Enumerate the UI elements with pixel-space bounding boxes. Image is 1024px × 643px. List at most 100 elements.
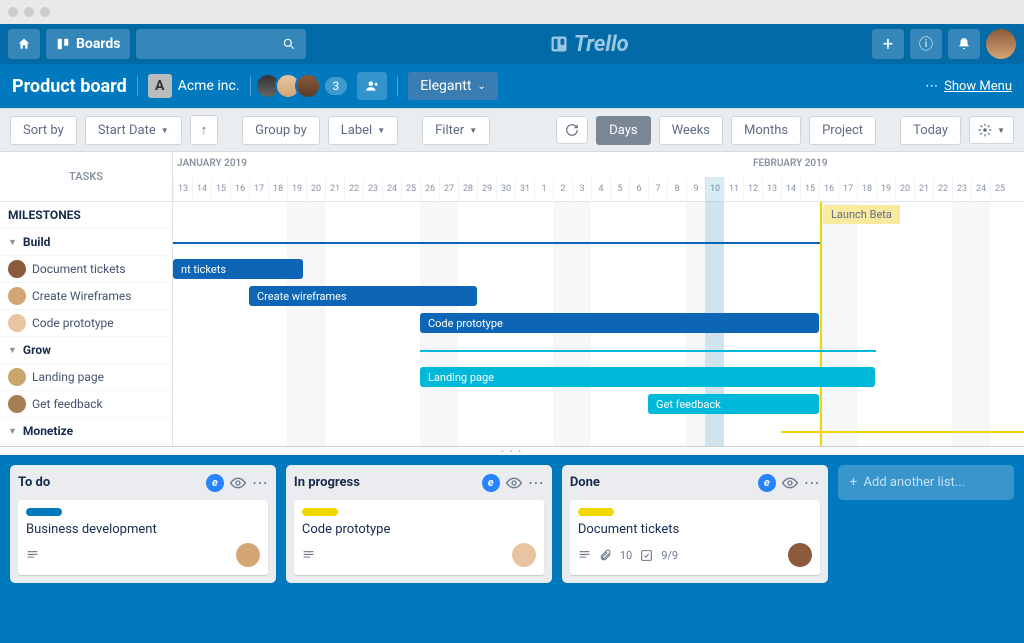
splitter-handle[interactable]: • • • [0, 447, 1024, 455]
card[interactable]: Code prototype [294, 500, 544, 575]
card-label [26, 508, 62, 516]
day-cell: 14 [781, 177, 800, 202]
view-project-button[interactable]: Project [809, 116, 876, 145]
view-weeks-button[interactable]: Weeks [659, 116, 723, 145]
elegantt-button[interactable]: Elegantt ⌄ [408, 72, 498, 100]
list-menu-icon[interactable]: ⋯ [528, 473, 544, 492]
timeline-header: JANUARY 2019 FEBRUARY 2019 1314151617181… [173, 152, 1024, 202]
day-cell: 16 [230, 177, 249, 202]
label-button[interactable]: Label ▼ [328, 116, 398, 145]
checklist-count: 9/9 [661, 549, 678, 562]
member-avatar[interactable] [295, 73, 321, 99]
home-button[interactable] [8, 29, 40, 59]
day-cell: 29 [477, 177, 496, 202]
task-row[interactable]: Create Wireframes [0, 283, 172, 310]
board-title[interactable]: Product board [12, 76, 127, 97]
task-row[interactable]: Document tickets [0, 256, 172, 283]
eye-icon[interactable] [230, 475, 246, 491]
elegantt-badge-icon[interactable]: e [206, 474, 224, 492]
card-title: Business development [26, 522, 260, 537]
gantt-timeline[interactable]: JANUARY 2019 FEBRUARY 2019 1314151617181… [173, 152, 1024, 446]
day-cell: 15 [800, 177, 819, 202]
task-row[interactable]: Get feedback [0, 391, 172, 418]
day-cell: 17 [249, 177, 268, 202]
chevron-down-icon: ⌄ [477, 81, 485, 92]
workspace-badge[interactable]: A Acme inc. [148, 74, 240, 98]
list-menu-icon[interactable]: ⋯ [804, 473, 820, 492]
month-label: JANUARY 2019 [177, 158, 247, 169]
refresh-button[interactable] [556, 116, 588, 144]
view-days-button[interactable]: Days [596, 116, 650, 145]
group-by-button[interactable]: Group by [242, 116, 320, 145]
separator [250, 76, 251, 96]
gantt-bar-landing-page[interactable]: Landing page [420, 367, 875, 387]
list-title[interactable]: Done [570, 475, 752, 490]
separator [397, 76, 398, 96]
filter-button[interactable]: Filter ▼ [422, 116, 490, 145]
weekend-shade [287, 202, 325, 446]
section-grow[interactable]: ▼Grow [0, 337, 172, 364]
search-input[interactable] [136, 29, 306, 59]
day-cell: 26 [420, 177, 439, 202]
card[interactable]: Business development [18, 500, 268, 575]
gantt-bar-create-wireframes[interactable]: Create wireframes [249, 286, 477, 306]
attachment-count: 10 [620, 549, 632, 562]
timeline-body: Launch Beta nt tickets Create wireframes… [173, 202, 1024, 446]
create-button[interactable]: + [872, 29, 904, 59]
chrome-dot [8, 7, 18, 17]
gantt-bar-get-feedback[interactable]: Get feedback [648, 394, 819, 414]
gantt-toolbar: Sort by Start Date ▼ ↑ Group by Label ▼ … [0, 108, 1024, 152]
day-cell: 23 [952, 177, 971, 202]
elegantt-badge-icon[interactable]: e [758, 474, 776, 492]
gantt-bar-code-prototype[interactable]: Code prototype [420, 313, 819, 333]
card-member-avatar [788, 543, 812, 567]
info-button[interactable]: ⓘ [910, 29, 942, 59]
section-monetize[interactable]: ▼Monetize [0, 418, 172, 445]
invite-button[interactable] [357, 72, 387, 100]
card-member-avatar [236, 543, 260, 567]
card[interactable]: Document tickets 10 9/9 [570, 500, 820, 575]
boards-button[interactable]: Boards [46, 29, 130, 59]
milestone-chip[interactable]: Launch Beta [823, 205, 900, 224]
day-cell: 23 [363, 177, 382, 202]
notifications-button[interactable] [948, 29, 980, 59]
view-months-button[interactable]: Months [731, 116, 801, 145]
member-stack[interactable]: 3 [261, 73, 348, 99]
day-cell: 20 [895, 177, 914, 202]
list-title[interactable]: In progress [294, 475, 476, 490]
description-icon [302, 549, 315, 562]
user-avatar[interactable] [986, 29, 1016, 59]
today-button[interactable]: Today [900, 116, 961, 145]
sort-by-button[interactable]: Sort by [10, 116, 77, 145]
section-build[interactable]: ▼Build [0, 229, 172, 256]
task-row[interactable]: Code prototype [0, 310, 172, 337]
section-line-grow [420, 350, 876, 352]
assignee-avatar [8, 395, 26, 413]
workspace-name: Acme inc. [178, 78, 240, 94]
day-cell: 30 [496, 177, 515, 202]
eye-icon[interactable] [506, 475, 522, 491]
brand-logo[interactable]: Trello [550, 32, 629, 57]
settings-button[interactable]: ▼ [969, 116, 1014, 144]
sort-direction-button[interactable]: ↑ [190, 115, 219, 145]
task-row[interactable]: Landing page [0, 364, 172, 391]
list-menu-icon[interactable]: ⋯ [252, 473, 268, 492]
attachment-icon [599, 549, 612, 562]
show-menu-button[interactable]: ⋯ Show Menu [925, 79, 1012, 94]
start-date-button[interactable]: Start Date ▼ [85, 116, 182, 145]
eye-icon[interactable] [782, 475, 798, 491]
weekend-shade [952, 202, 990, 446]
gantt-chart: TASKS MILESTONES ▼Build Document tickets… [0, 152, 1024, 447]
chrome-dot [24, 7, 34, 17]
add-list-button[interactable]: + Add another list... [838, 465, 1014, 500]
member-count[interactable]: 3 [325, 77, 348, 95]
day-cell: 5 [610, 177, 629, 202]
refresh-icon [565, 123, 579, 137]
day-cell: 31 [515, 177, 534, 202]
elegantt-badge-icon[interactable]: e [482, 474, 500, 492]
gantt-bar-document-tickets[interactable]: nt tickets [173, 259, 303, 279]
list-title[interactable]: To do [18, 475, 200, 490]
day-cell: 13 [173, 177, 192, 202]
day-cell: 19 [876, 177, 895, 202]
milestones-row: MILESTONES [0, 202, 172, 229]
